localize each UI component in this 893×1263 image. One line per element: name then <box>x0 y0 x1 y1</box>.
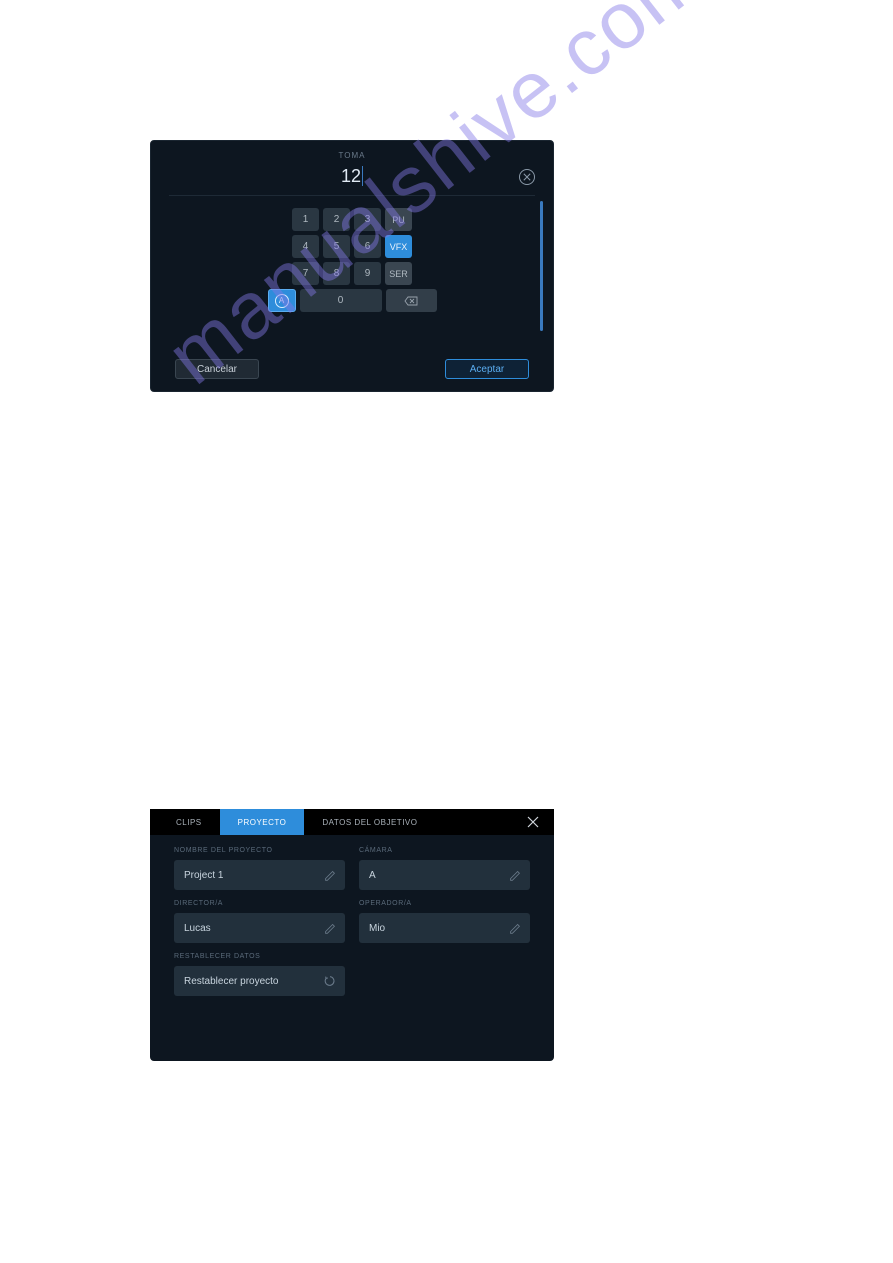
edit-icon <box>323 921 337 935</box>
close-button[interactable] <box>526 815 540 829</box>
cancel-button[interactable]: Cancelar <box>175 359 259 379</box>
key-1[interactable]: 1 <box>292 208 319 231</box>
key-backspace[interactable] <box>386 289 437 312</box>
director-field[interactable]: Lucas <box>174 913 345 943</box>
camera-field[interactable]: A <box>359 860 530 890</box>
tab-clips[interactable]: CLIPS <box>150 809 220 835</box>
reset-icon <box>323 974 337 988</box>
key-9[interactable]: 9 <box>354 262 381 285</box>
edit-icon <box>323 868 337 882</box>
key-0[interactable]: 0 <box>300 289 382 312</box>
key-pu[interactable]: PU <box>385 208 412 231</box>
operator-field[interactable]: Mio <box>359 913 530 943</box>
operator-label: OPERADOR/A <box>359 900 530 907</box>
project-name-value: Project 1 <box>184 870 223 881</box>
director-value: Lucas <box>184 923 211 934</box>
project-form: NOMBRE DEL PROYECTO Project 1 CÁMARA A D… <box>150 835 554 1018</box>
key-ser[interactable]: SER <box>385 262 412 285</box>
edit-icon <box>508 868 522 882</box>
key-6[interactable]: 6 <box>354 235 381 258</box>
tabs: CLIPS PROYECTO DATOS DEL OBJETIVO <box>150 809 554 835</box>
key-5[interactable]: 5 <box>323 235 350 258</box>
close-icon <box>527 816 539 828</box>
key-7[interactable]: 7 <box>292 262 319 285</box>
key-vfx[interactable]: VFX <box>385 235 412 258</box>
project-name-label: NOMBRE DEL PROYECTO <box>174 847 345 854</box>
take-value: 12 <box>151 166 553 187</box>
key-8[interactable]: 8 <box>323 262 350 285</box>
tab-datos-objetivo[interactable]: DATOS DEL OBJETIVO <box>304 809 435 835</box>
clear-button[interactable] <box>519 169 535 185</box>
divider <box>169 195 535 196</box>
project-name-field[interactable]: Project 1 <box>174 860 345 890</box>
project-metadata-panel: CLIPS PROYECTO DATOS DEL OBJETIVO NOMBRE… <box>150 809 554 1061</box>
key-2[interactable]: 2 <box>323 208 350 231</box>
x-icon <box>523 173 531 181</box>
reset-project-button[interactable]: Restablecer proyecto <box>174 966 345 996</box>
key-4[interactable]: 4 <box>292 235 319 258</box>
edit-icon <box>508 921 522 935</box>
take-label: TOMA <box>151 151 553 160</box>
camera-value: A <box>369 870 376 881</box>
take-keypad-dialog: TOMA 12 1 2 3 PU 4 5 6 VFX 7 8 9 SER A 0 <box>150 140 554 392</box>
key-auto[interactable]: A <box>268 289 296 312</box>
auto-icon: A <box>275 294 289 308</box>
reset-label: RESTABLECER DATOS <box>174 953 345 960</box>
backspace-icon <box>404 296 418 306</box>
director-label: DIRECTOR/A <box>174 900 345 907</box>
camera-label: CÁMARA <box>359 847 530 854</box>
operator-value: Mio <box>369 923 385 934</box>
keypad: 1 2 3 PU 4 5 6 VFX 7 8 9 SER A 0 <box>151 208 553 312</box>
reset-project-value: Restablecer proyecto <box>184 976 279 987</box>
tab-proyecto[interactable]: PROYECTO <box>220 809 305 835</box>
scrollbar[interactable] <box>540 201 543 331</box>
accept-button[interactable]: Aceptar <box>445 359 529 379</box>
key-3[interactable]: 3 <box>354 208 381 231</box>
